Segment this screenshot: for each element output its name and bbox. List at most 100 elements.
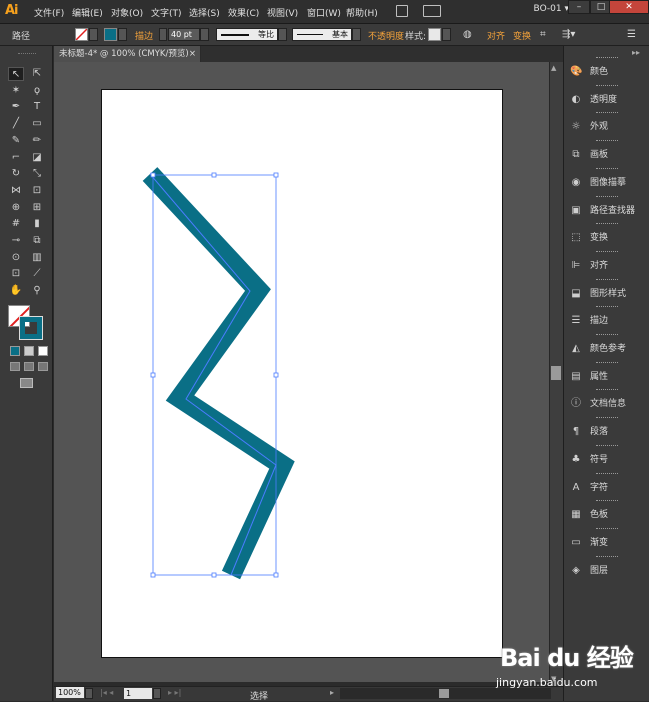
draw-behind-icon[interactable] <box>24 362 34 371</box>
collapse-panels-icon[interactable]: ▸▸ <box>632 48 640 57</box>
perspective-grid-tool-icon[interactable]: ⊞ <box>29 201 45 215</box>
shape-builder-tool-icon[interactable]: ⊕ <box>8 201 24 215</box>
mesh-tool-icon[interactable]: # <box>8 217 24 231</box>
next-page-icon[interactable]: ▸ ▸| <box>168 688 181 697</box>
stroke-color-box[interactable] <box>19 316 43 340</box>
selection-handle[interactable] <box>273 172 279 178</box>
selection-handle[interactable] <box>273 572 279 578</box>
panel-grip[interactable] <box>596 250 618 254</box>
panel-graphic-styles[interactable]: ⬓ 图形样式 <box>566 285 646 303</box>
line-tool-icon[interactable]: ╱ <box>8 117 24 131</box>
free-transform-tool-icon[interactable]: ⊡ <box>29 184 45 198</box>
scroll-up-icon[interactable]: ▲ <box>551 64 556 72</box>
pen-tool-icon[interactable]: ✒ <box>8 100 24 114</box>
screen-mode-icon[interactable] <box>20 378 33 388</box>
panel-grip[interactable] <box>596 140 618 143</box>
zoom-field[interactable]: 100% <box>56 687 84 698</box>
panel-document-info[interactable]: ⓘ 文档信息 <box>566 395 646 413</box>
panel-character[interactable]: A 字符 <box>566 479 646 497</box>
panel-image-trace[interactable]: ◉ 图像描摹 <box>566 174 646 192</box>
zoom-tool-icon[interactable]: ⚲ <box>29 284 45 298</box>
selection-tool-icon[interactable]: ↖ <box>8 67 24 81</box>
panel-grip[interactable] <box>596 334 618 337</box>
panel-grip[interactable] <box>596 278 618 282</box>
panel-grip[interactable] <box>596 500 618 503</box>
panel-pathfinder[interactable]: ▣ 路径查找器 <box>566 202 646 220</box>
panel-paragraph[interactable]: ¶ 段落 <box>566 423 646 441</box>
panel-grip[interactable] <box>596 527 618 531</box>
panel-grip[interactable] <box>596 306 618 309</box>
draw-normal-icon[interactable] <box>10 362 20 371</box>
draw-inside-icon[interactable] <box>38 362 48 371</box>
panel-grip[interactable] <box>596 361 618 365</box>
transform-icon: ⬚ <box>571 232 581 244</box>
panel-grip[interactable] <box>596 389 618 392</box>
blob-brush-tool-icon[interactable]: ⌐ <box>8 151 24 165</box>
panel-grip[interactable] <box>596 57 618 60</box>
panel-swatches[interactable]: ▦ 色板 <box>566 506 646 524</box>
panel-color-guide[interactable]: ◭ 颜色参考 <box>566 340 646 358</box>
selection-handle[interactable] <box>211 172 217 178</box>
rotate-tool-icon[interactable]: ↻ <box>8 167 24 181</box>
magic-wand-tool-icon[interactable]: ✶ <box>8 84 24 98</box>
panel-transform[interactable]: ⬚ 变换 <box>566 229 646 247</box>
panel-grip[interactable] <box>596 472 618 476</box>
artboard-dropdown[interactable] <box>153 688 161 699</box>
panel-grip[interactable] <box>596 555 618 559</box>
rectangle-tool-icon[interactable]: ▭ <box>29 117 45 131</box>
symbol-sprayer-tool-icon[interactable]: ⊙ <box>8 251 24 265</box>
artboard-number-field[interactable]: 1 <box>124 688 152 699</box>
none-mode-icon[interactable] <box>38 346 48 356</box>
panel-grip[interactable] <box>596 84 618 88</box>
direct-selection-tool-icon[interactable]: ⇱ <box>29 67 45 81</box>
artboard-tool-icon[interactable]: ⊡ <box>8 267 24 281</box>
panel-label: 属性 <box>590 371 609 382</box>
blend-tool-icon[interactable]: ⧉ <box>29 234 45 248</box>
gradient-mode-icon[interactable] <box>24 346 34 356</box>
column-graph-tool-icon[interactable]: ▥ <box>29 251 45 265</box>
first-page-icon[interactable]: |◂ ◂ <box>100 688 113 697</box>
scale-tool-icon[interactable]: ⤡ <box>29 167 45 181</box>
panel-label: 颜色参考 <box>590 344 627 354</box>
panel-attributes[interactable]: ▤ 属性 <box>566 368 646 386</box>
vertical-scroll-thumb[interactable] <box>551 366 561 380</box>
panel-gradient[interactable]: ▭ 渐变 <box>566 534 646 552</box>
panel-label: 画板 <box>590 150 609 161</box>
width-tool-icon[interactable]: ⋈ <box>8 184 24 198</box>
lasso-tool-icon[interactable]: ϙ <box>29 84 45 98</box>
type-tool-icon[interactable]: T <box>29 100 45 114</box>
panel-stroke[interactable]: ☰ 描边 <box>566 312 646 330</box>
horizontal-scroll-thumb[interactable] <box>439 689 449 698</box>
panel-align[interactable]: ⊫ 对齐 <box>566 257 646 275</box>
selection-handle[interactable] <box>150 372 156 378</box>
selection-handle[interactable] <box>273 372 279 378</box>
selection-handle[interactable] <box>211 572 217 578</box>
paintbrush-tool-icon[interactable]: ✎ <box>8 134 24 148</box>
panel-grip[interactable] <box>596 167 618 171</box>
panel-grip[interactable] <box>596 417 618 420</box>
selection-handle[interactable] <box>150 172 156 178</box>
status-menu-icon[interactable]: ▸ <box>330 688 334 697</box>
panel-artboards[interactable]: ⧉ 画板 <box>566 146 646 164</box>
panel-symbols[interactable]: ♣ 符号 <box>566 451 646 469</box>
selection-handle[interactable] <box>150 572 156 578</box>
panel-transparency[interactable]: ◐ 透明度 <box>566 91 646 109</box>
eyedropper-tool-icon[interactable]: ⊸ <box>8 234 24 248</box>
panel-color[interactable]: 🎨 颜色 <box>566 63 646 81</box>
panel-grip[interactable] <box>596 223 618 226</box>
panel-appearance[interactable]: ☼ 外观 <box>566 118 646 136</box>
pencil-tool-icon[interactable]: ✏ <box>29 134 45 148</box>
color-mode-icon[interactable] <box>10 346 20 356</box>
eraser-tool-icon[interactable]: ◪ <box>29 151 45 165</box>
slice-tool-icon[interactable]: ⟋ <box>29 267 45 281</box>
character-icon: A <box>572 481 580 493</box>
panel-grip[interactable] <box>596 195 618 199</box>
panel-grip[interactable] <box>596 112 618 115</box>
image-trace-icon: ◉ <box>571 176 581 188</box>
zoom-dropdown[interactable] <box>85 688 93 699</box>
panel-grip[interactable] <box>596 444 618 448</box>
gradient-tool-icon[interactable]: ▮ <box>29 217 45 231</box>
zigzag-stroke-path[interactable] <box>142 167 295 580</box>
hand-tool-icon[interactable]: ✋ <box>8 284 24 298</box>
panel-layers[interactable]: ◈ 图层 <box>566 562 646 580</box>
